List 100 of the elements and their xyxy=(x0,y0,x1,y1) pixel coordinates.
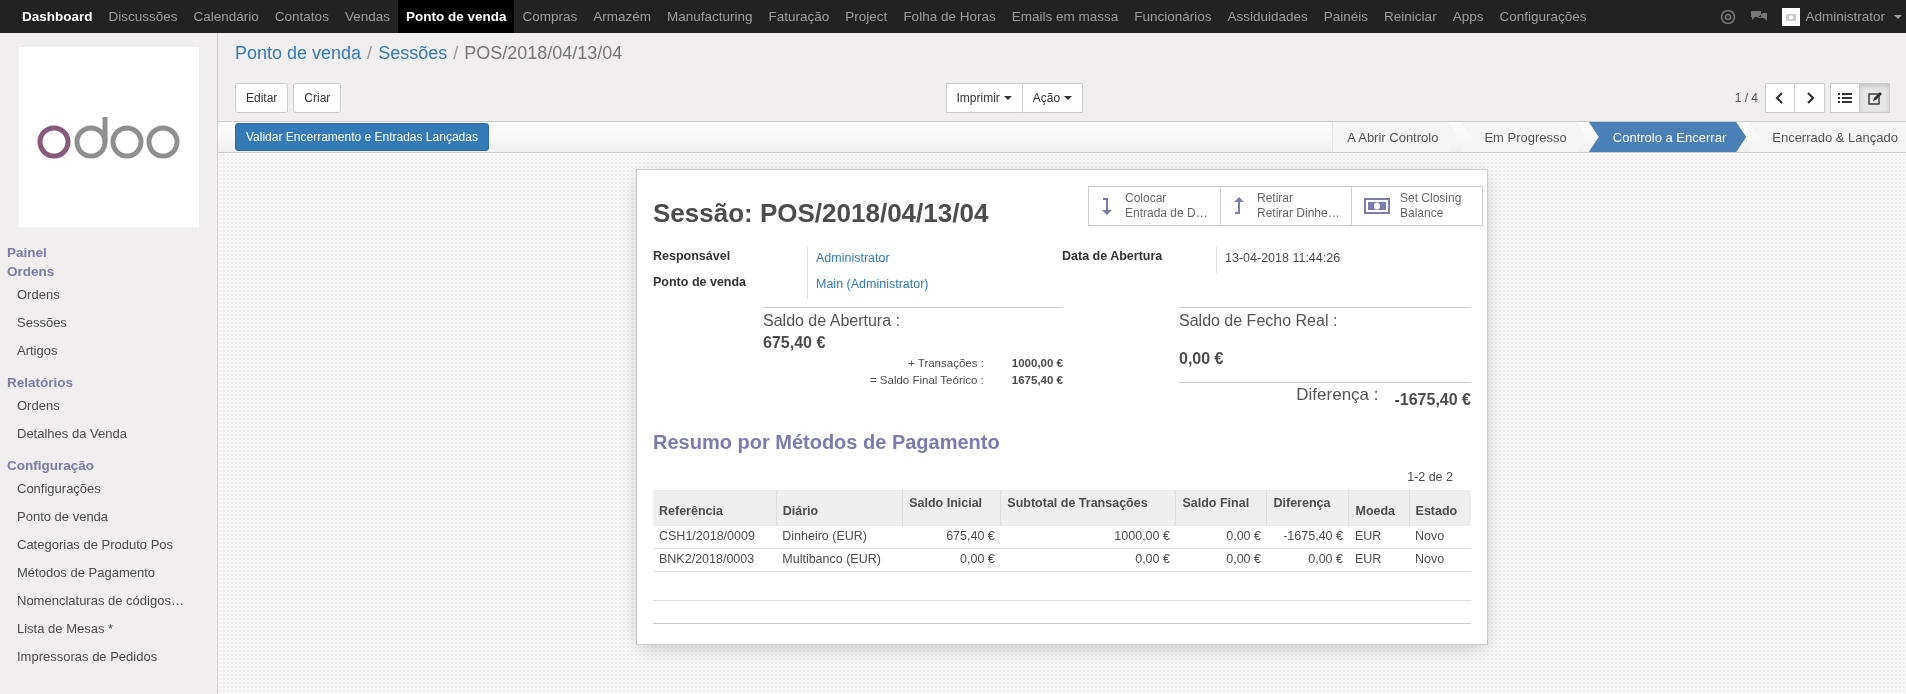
table-cell: EUR xyxy=(1348,526,1410,549)
sidebar-section-title[interactable]: Configuração xyxy=(0,456,217,475)
balance-label: Saldo de Fecho Real : xyxy=(1179,312,1338,331)
column-header[interactable]: Referência xyxy=(653,490,777,526)
column-header[interactable]: Moeda xyxy=(1348,490,1410,526)
table-cell: Multibanco (EUR) xyxy=(776,548,903,572)
sidebar-item[interactable]: Ordens xyxy=(0,281,217,309)
balance-amount: 675,40 € xyxy=(763,334,826,352)
breadcrumb-item[interactable]: Ponto de venda xyxy=(235,43,362,64)
column-header[interactable]: Diário xyxy=(776,490,903,526)
table-cell: 0,00 € xyxy=(1000,548,1176,572)
app-menu-title[interactable]: Dashboard xyxy=(14,0,101,33)
column-header[interactable]: Diferença xyxy=(1267,490,1349,526)
list-icon xyxy=(1838,92,1852,104)
top-menu-item[interactable]: Compras xyxy=(514,0,586,33)
dropdown-button[interactable]: Imprimir xyxy=(945,83,1023,113)
table-cell: Novo xyxy=(1409,548,1471,572)
user-menu[interactable]: Administrator xyxy=(1782,7,1902,26)
dropdown-button[interactable]: Ação xyxy=(1022,83,1084,113)
top-menu-item[interactable]: Reiniciar xyxy=(1376,0,1445,33)
sidebar-item[interactable]: Lista de Mesas * xyxy=(0,615,217,643)
chevron-right-icon xyxy=(1804,92,1815,104)
sidebar-item[interactable]: Ponto de venda xyxy=(0,503,217,531)
sidebar-item[interactable]: Artigos xyxy=(0,337,217,365)
table-cell: -1675,40 € xyxy=(1267,526,1349,549)
form-view-button[interactable] xyxy=(1860,83,1890,113)
sidebar-item[interactable]: Nomenclaturas de códigos… xyxy=(0,587,217,615)
field-label: Data de Abertura xyxy=(1062,247,1217,273)
table-cell: EUR xyxy=(1348,548,1410,572)
toolbar-button[interactable]: Editar xyxy=(235,83,289,113)
sidebar-item[interactable]: Métodos de Pagamento xyxy=(0,559,217,587)
balance-amount: 0,00 € xyxy=(1179,350,1224,368)
top-menu-item[interactable]: Ponto de venda xyxy=(397,0,515,33)
top-menu-item[interactable]: Armazém xyxy=(585,0,659,33)
column-header[interactable]: Saldo Final xyxy=(1175,490,1267,526)
table-cell: BNK2/2018/0003 xyxy=(653,548,777,572)
table-cell: 0,00 € xyxy=(1267,548,1349,572)
session-title: Sessão: POS/2018/04/13/04 xyxy=(653,198,989,229)
top-menu-item[interactable]: Funcionários xyxy=(1126,0,1220,33)
top-menu-item[interactable]: Vendas xyxy=(336,0,398,33)
top-menu-item[interactable]: Assiduidades xyxy=(1219,0,1316,33)
validate-closing-button[interactable]: Validar Encerramento e Entradas Lançadas xyxy=(235,123,489,151)
toolbar-button[interactable]: Criar xyxy=(293,83,342,113)
table-cell: Dinheiro (EUR) xyxy=(776,526,903,549)
table-pager: 1-2 de 2 xyxy=(1407,470,1453,484)
table-cell: CSH1/2018/0009 xyxy=(653,526,777,549)
pager-text: 1 / 4 xyxy=(1734,91,1758,105)
table-cell: 1000,00 € xyxy=(1000,526,1176,549)
balance-amount: 1675,40 € xyxy=(1011,374,1063,386)
column-header[interactable]: Estado xyxy=(1409,490,1471,526)
top-menu-item[interactable]: Manufacturing xyxy=(659,0,761,33)
top-menu-item[interactable]: Painéis xyxy=(1315,0,1377,33)
table-cell: 675,40 € xyxy=(902,526,1001,549)
table-cell: 0,00 € xyxy=(902,548,1001,572)
table-cell: Novo xyxy=(1409,526,1471,549)
status-stage[interactable]: A Abrir Controlo xyxy=(1332,122,1459,152)
top-menu-item[interactable]: Apps xyxy=(1444,0,1492,33)
field-value[interactable]: Main (Administrator) xyxy=(808,273,929,291)
sidebar-section-title[interactable]: Relatórios xyxy=(0,373,217,392)
arrow-up-icon xyxy=(1233,196,1247,216)
sidebar-section-title[interactable]: Painel xyxy=(0,243,217,262)
field-value[interactable]: Administrator xyxy=(808,247,890,265)
breadcrumb-item[interactable]: Sessões xyxy=(378,43,448,64)
balance-amount: -1675,40 € xyxy=(1394,391,1471,409)
balance-amount: 1000,00 € xyxy=(1011,357,1063,369)
sidebar-item[interactable]: Categorias de Produto Pos xyxy=(0,531,217,559)
status-stage[interactable]: Em Progresso xyxy=(1460,122,1587,152)
sidebar-item[interactable]: Sessões xyxy=(0,309,217,337)
top-menu-item[interactable]: Folha de Horas xyxy=(895,0,1004,33)
top-menu-item[interactable]: Discussões xyxy=(100,0,186,33)
arrow-down-icon xyxy=(1101,196,1115,216)
edit-icon xyxy=(1867,91,1882,105)
sidebar-section-title[interactable]: Ordens xyxy=(0,262,217,281)
sidebar-item[interactable]: Configurações xyxy=(0,475,217,503)
list-view-button[interactable] xyxy=(1830,83,1860,113)
sidebar-item[interactable]: Detalhes da Venda xyxy=(0,420,217,448)
balance-label: Saldo de Abertura : xyxy=(763,312,901,330)
breadcrumb-separator: / xyxy=(367,43,373,64)
top-menu-item[interactable]: Project xyxy=(837,0,896,33)
sidebar-item[interactable]: Ordens xyxy=(0,392,217,420)
previous-button[interactable] xyxy=(1765,83,1795,113)
field-label: Responsável xyxy=(653,247,808,273)
field-value: 13-04-2018 11:44:26 xyxy=(1224,250,1341,265)
status-stage[interactable]: Controlo a Encerrar xyxy=(1588,122,1747,152)
banknote-icon xyxy=(1364,198,1390,214)
section-title: Resumo por Métodos de Pagamento xyxy=(653,431,1001,454)
top-menu-item[interactable]: Contatos xyxy=(266,0,337,33)
balance-label: Diferença : xyxy=(1295,385,1380,405)
column-header[interactable]: Subtotal de Transações xyxy=(1000,490,1176,526)
top-menu-item[interactable]: Configurações xyxy=(1491,0,1595,33)
top-menu-item[interactable]: Faturação xyxy=(760,0,838,33)
top-menu-item[interactable]: Emails em massa xyxy=(1003,0,1127,33)
table-cell: 0,00 € xyxy=(1175,548,1267,572)
top-menu-item[interactable]: Calendário xyxy=(185,0,267,33)
next-button[interactable] xyxy=(1795,83,1825,113)
chevron-left-icon xyxy=(1775,92,1785,104)
status-stage[interactable]: Encerrado & Lançado xyxy=(1748,122,1906,152)
sidebar-item[interactable]: Impressoras de Pedidos xyxy=(0,643,217,671)
column-header[interactable]: Saldo Inicial xyxy=(902,490,1001,526)
breadcrumb-item[interactable]: POS/2018/04/13/04 xyxy=(464,43,623,64)
